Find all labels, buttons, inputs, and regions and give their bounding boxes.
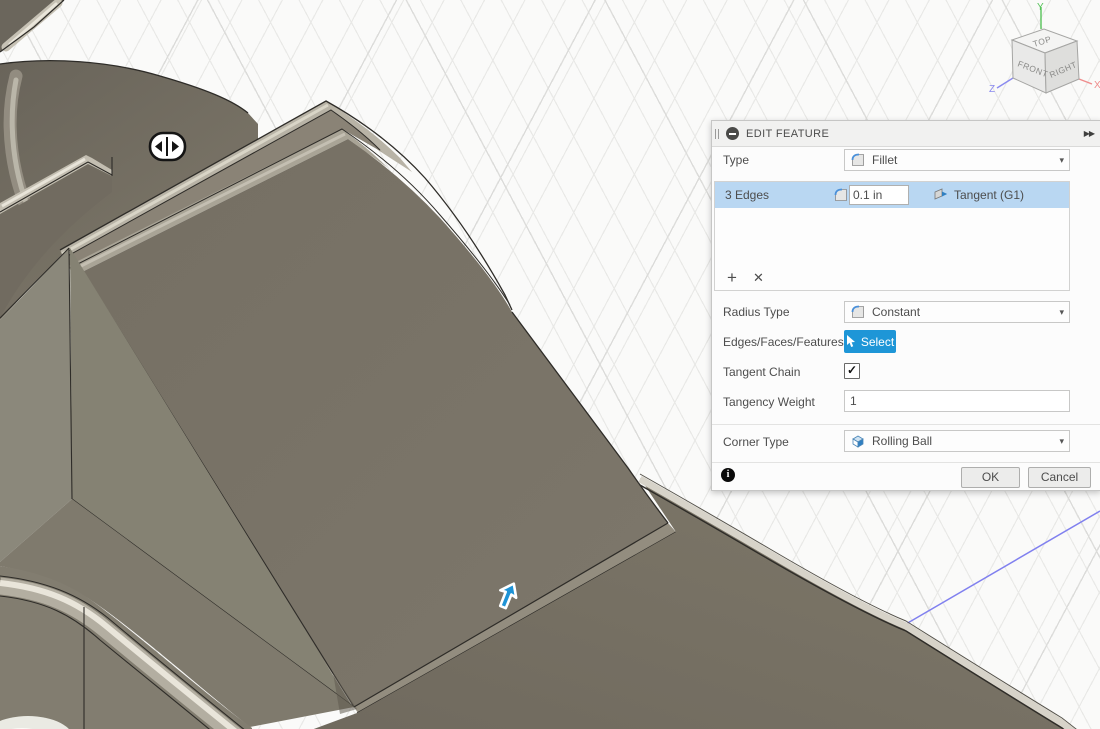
constant-radius-icon xyxy=(851,305,864,318)
radius-type-value: Constant xyxy=(872,305,921,319)
viewcube[interactable]: TOP FRONT RIGHT Y Z X xyxy=(989,2,1100,95)
z-axis-construction-line xyxy=(905,510,1100,625)
tangent-chain-label: Tangent Chain xyxy=(723,365,801,379)
flip-direction-widget[interactable] xyxy=(148,131,187,162)
rolling-ball-icon xyxy=(852,435,864,448)
drag-grip-icon[interactable] xyxy=(715,128,719,139)
edge-set-row[interactable]: 3 Edges Tangent (G1) xyxy=(715,182,1069,208)
edit-feature-dialog: EDIT FEATURE ▶▶ Type Fillet ▾ 3 Edges 0.… xyxy=(711,120,1100,491)
info-icon[interactable]: i xyxy=(721,468,735,482)
remove-edge-set-button[interactable]: ✕ xyxy=(753,270,764,286)
dialog-header: EDIT FEATURE ▶▶ xyxy=(712,121,1100,147)
ok-button[interactable]: OK xyxy=(961,467,1020,488)
pointer-icon xyxy=(846,335,855,347)
add-edge-set-button[interactable]: + xyxy=(727,269,737,286)
select-button[interactable]: Select xyxy=(844,330,896,353)
type-label: Type xyxy=(723,153,750,167)
corner-type-value: Rolling Ball xyxy=(872,434,933,448)
edges-faces-features-label: Edges/Faces/Features xyxy=(723,335,844,349)
select-button-label: Select xyxy=(860,334,895,349)
corner-type-label: Corner Type xyxy=(723,435,789,449)
fillet-radius-input[interactable] xyxy=(849,185,909,205)
tangent-continuity-icon xyxy=(934,188,948,200)
feature-minus-icon xyxy=(726,127,739,140)
axis-y-label: Y xyxy=(1037,2,1044,13)
continuity-value: Tangent (G1) xyxy=(954,188,1025,202)
chevron-down-icon: ▾ xyxy=(1059,435,1064,446)
tangent-chain-checkbox[interactable]: ✓ xyxy=(844,363,860,379)
divider xyxy=(712,424,1100,425)
chevron-down-icon: ▾ xyxy=(1059,306,1064,317)
type-value: Fillet xyxy=(872,153,898,167)
dialog-title: EDIT FEATURE xyxy=(746,127,830,140)
edge-set-list: 3 Edges Tangent (G1) + ✕ xyxy=(714,181,1070,291)
axis-z-label: Z xyxy=(989,84,995,95)
cancel-button[interactable]: Cancel xyxy=(1028,467,1091,488)
chevron-down-icon: ▾ xyxy=(1059,154,1064,165)
radius-type-label: Radius Type xyxy=(723,305,790,319)
fillet-icon xyxy=(851,153,864,166)
axis-x-label: X xyxy=(1094,80,1100,91)
divider xyxy=(712,462,1100,463)
corner-type-dropdown[interactable]: Rolling Ball ▾ xyxy=(844,430,1070,452)
fillet-icon xyxy=(834,188,847,201)
viewport-canvas[interactable]: TOP FRONT RIGHT Y Z X EDIT FEATURE ▶▶ Ty… xyxy=(0,0,1100,729)
edge-count-label: 3 Edges xyxy=(725,188,770,202)
type-dropdown[interactable]: Fillet ▾ xyxy=(844,149,1070,171)
radius-type-dropdown[interactable]: Constant ▾ xyxy=(844,301,1070,323)
tangency-weight-input[interactable] xyxy=(844,390,1070,412)
collapse-panel-icon[interactable]: ▶▶ xyxy=(1084,129,1095,138)
tangency-weight-label: Tangency Weight xyxy=(723,395,815,409)
model-arm-corner-block[interactable] xyxy=(0,0,65,53)
